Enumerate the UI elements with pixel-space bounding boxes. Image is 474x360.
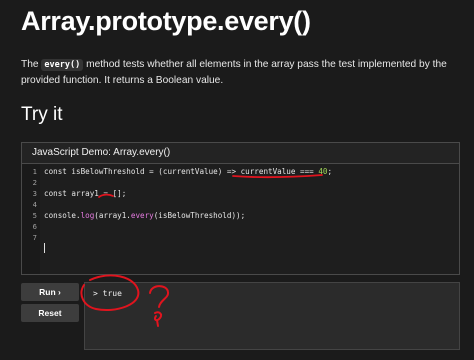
console-output-panel: > true <box>84 282 460 350</box>
text-cursor <box>44 243 45 253</box>
line-number: 7 <box>32 233 37 242</box>
line-number: 4 <box>32 200 37 209</box>
console-output-text: > true <box>93 289 122 298</box>
reset-button[interactable]: Reset <box>21 304 79 322</box>
description-text-start: The <box>21 59 39 70</box>
code-text: (isBelowThreshold)); <box>153 211 246 220</box>
code-text: ; <box>327 167 333 176</box>
code-text: (array1. <box>94 211 131 220</box>
code-line-5: console.log(array1.every(isBelowThreshol… <box>44 211 245 220</box>
line-number: 3 <box>32 189 37 198</box>
inline-code-every: every() <box>41 59 84 71</box>
code-text: console. <box>44 211 81 220</box>
function-token: log <box>80 211 95 220</box>
section-title-try-it: Try it <box>21 104 63 125</box>
code-editor-panel: JavaScript Demo: Array.every() 1 2 3 4 5… <box>21 142 460 275</box>
line-number: 2 <box>32 178 37 187</box>
line-number: 6 <box>32 222 37 231</box>
line-number: 5 <box>32 211 37 220</box>
run-button[interactable]: Run › <box>21 283 79 301</box>
method-description: The every() method tests whether all ele… <box>21 57 461 89</box>
code-line-1: const isBelowThreshold = (currentValue) … <box>44 167 332 176</box>
code-editor[interactable]: const isBelowThreshold = (currentValue) … <box>40 164 459 274</box>
description-text-end: method tests whether all elements in the… <box>21 59 447 86</box>
line-number-gutter: 1 2 3 4 5 6 7 <box>22 164 40 274</box>
demo-header: JavaScript Demo: Array.every() <box>22 143 459 164</box>
code-text: const isBelowThreshold = (currentValue) … <box>44 167 319 176</box>
line-number: 1 <box>32 167 37 176</box>
page: Array.prototype.every() The every() meth… <box>0 0 474 360</box>
page-title: Array.prototype.every() <box>21 6 311 36</box>
function-token: every <box>130 211 154 220</box>
code-line-3: const array1 = []; <box>44 189 127 198</box>
